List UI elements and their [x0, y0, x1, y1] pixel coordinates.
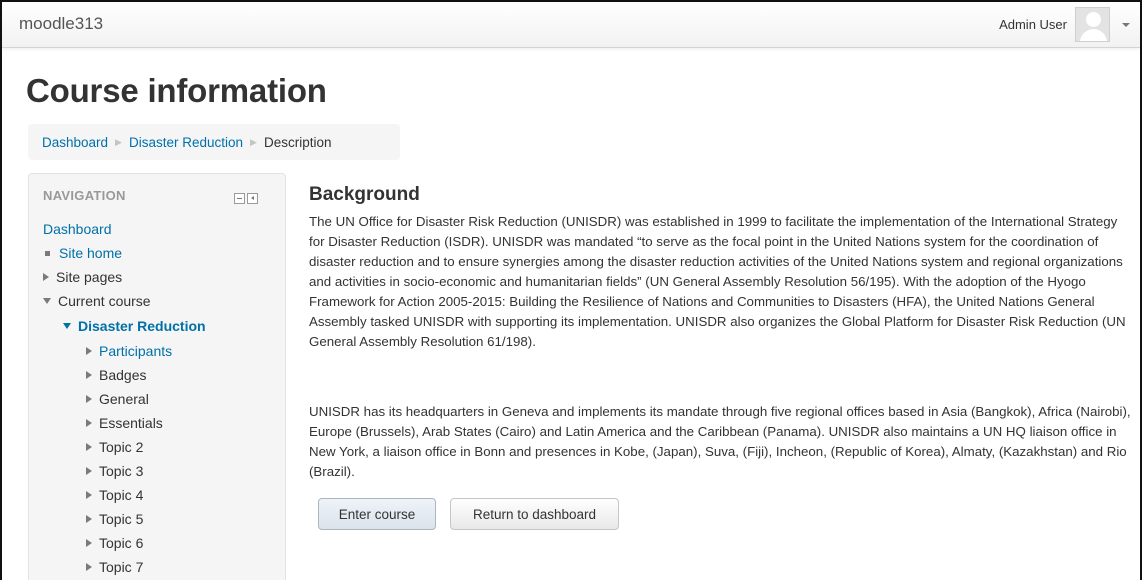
page-title: Course information	[26, 72, 327, 109]
nav-item-essentials[interactable]: Essentials	[86, 414, 163, 432]
expand-arrow-icon	[86, 371, 92, 379]
user-menu[interactable]: Admin User	[999, 2, 1140, 47]
nav-item-participants[interactable]: Participants	[86, 342, 172, 360]
expand-arrow-icon	[86, 347, 92, 355]
description-paragraph-1: The UN Office for Disaster Risk Reductio…	[309, 214, 1126, 349]
browser-viewport: moodle313 Admin User Course information …	[0, 0, 1142, 580]
nav-item-dashboard[interactable]: Dashboard	[43, 220, 112, 238]
navigation-block: NAVIGATION Dashboard Site home Site page…	[28, 173, 286, 580]
user-menu-toggle[interactable]	[1112, 2, 1140, 47]
breadcrumb-separator-icon: ▶	[250, 136, 257, 147]
expand-arrow-icon	[86, 467, 92, 475]
nav-item-label: Topic 3	[99, 463, 144, 479]
collapse-block-icon[interactable]	[234, 193, 245, 204]
breadcrumb-separator-icon: ▶	[115, 136, 122, 147]
expand-arrow-icon	[43, 273, 49, 281]
expand-arrow-icon	[86, 515, 92, 523]
nav-item-label: Disaster Reduction	[78, 318, 206, 334]
nav-item-badges[interactable]: Badges	[86, 366, 146, 384]
user-name[interactable]: Admin User	[999, 17, 1067, 32]
nav-item-topic-4[interactable]: Topic 4	[86, 486, 143, 504]
avatar-body-shape	[1080, 29, 1107, 41]
nav-item-topic-5[interactable]: Topic 5	[86, 510, 143, 528]
nav-item-disaster-reduction[interactable]: Disaster Reduction	[63, 317, 206, 335]
top-navbar: moodle313 Admin User	[2, 2, 1140, 48]
nav-item-label: Topic 2	[99, 439, 144, 455]
chevron-down-icon	[1122, 22, 1130, 27]
description-paragraph-2: UNISDR has its headquarters in Geneva an…	[309, 404, 1131, 479]
return-to-dashboard-button[interactable]: Return to dashboard	[450, 498, 619, 530]
nav-item-label: Current course	[58, 293, 151, 309]
nav-item-label: Topic 6	[99, 535, 144, 551]
section-heading: Background	[309, 184, 420, 205]
avatar-head-shape	[1086, 12, 1101, 27]
site-brand-link[interactable]: moodle313	[19, 14, 103, 34]
nav-item-general[interactable]: General	[86, 390, 149, 408]
nav-item-site-home[interactable]: Site home	[43, 244, 122, 262]
expand-arrow-icon	[86, 539, 92, 547]
collapse-arrow-icon	[43, 298, 51, 304]
nav-item-topic-2[interactable]: Topic 2	[86, 438, 143, 456]
breadcrumb-dashboard[interactable]: Dashboard	[42, 135, 108, 150]
expand-arrow-icon	[86, 443, 92, 451]
expand-arrow-icon	[86, 419, 92, 427]
expand-arrow-icon	[86, 491, 92, 499]
nav-item-label: Badges	[99, 367, 147, 383]
expand-arrow-icon	[86, 563, 92, 571]
nav-item-label: Topic 4	[99, 487, 144, 503]
nav-item-label: Site pages	[56, 269, 123, 285]
navigation-header: NAVIGATION	[43, 188, 126, 203]
nav-item-label: Participants	[99, 343, 173, 359]
collapse-arrow-icon	[63, 323, 71, 329]
nav-item-topic-6[interactable]: Topic 6	[86, 534, 143, 552]
nav-item-label: Dashboard	[43, 221, 112, 237]
bullet-icon	[45, 250, 50, 256]
nav-item-topic-3[interactable]: Topic 3	[86, 462, 143, 480]
nav-item-site-pages[interactable]: Site pages	[43, 268, 122, 286]
enter-course-button[interactable]: Enter course	[318, 498, 436, 530]
nav-item-topic-7[interactable]: Topic 7	[86, 558, 143, 576]
breadcrumb-course[interactable]: Disaster Reduction	[129, 135, 243, 150]
nav-item-label: Topic 7	[99, 559, 144, 575]
avatar[interactable]	[1075, 7, 1110, 42]
nav-item-label: Essentials	[99, 415, 163, 431]
dock-block-icon[interactable]	[247, 193, 258, 204]
expand-arrow-icon	[86, 395, 92, 403]
breadcrumb-current: Description	[263, 134, 332, 150]
nav-item-label: General	[99, 391, 149, 407]
nav-item-label: Site home	[59, 245, 123, 261]
nav-item-current-course[interactable]: Current course	[43, 292, 151, 310]
breadcrumb: Dashboard ▶ Disaster Reduction ▶ Descrip…	[28, 124, 400, 160]
nav-item-label: Topic 5	[99, 511, 144, 527]
